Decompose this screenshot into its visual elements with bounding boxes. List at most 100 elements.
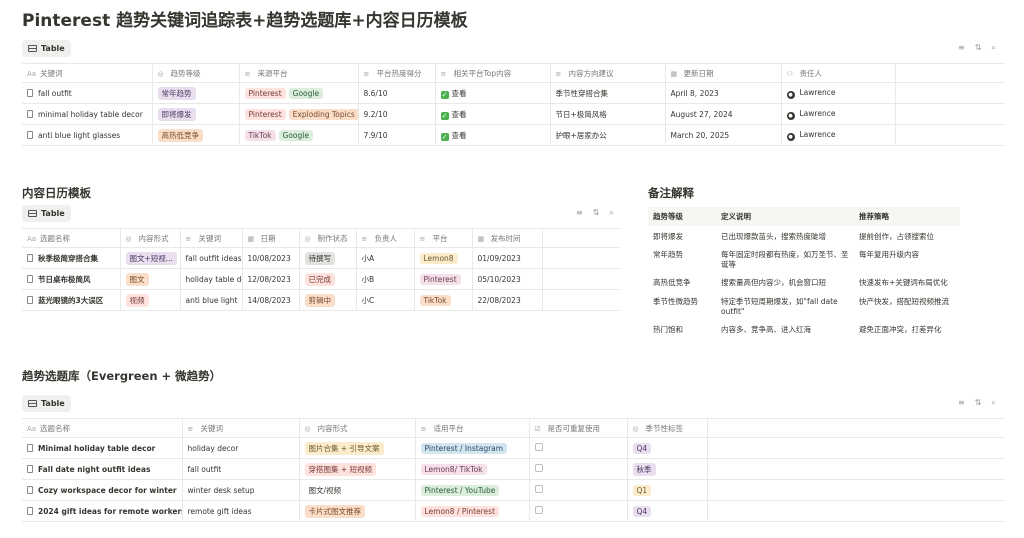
- col-keyword[interactable]: Aa 关键词: [22, 63, 153, 83]
- filter-icon[interactable]: ≡: [576, 208, 583, 218]
- top-link[interactable]: 查看: [452, 89, 467, 98]
- table-row[interactable]: 节日桌布极简风 图文 holiday table de 12/08/2023 已…: [22, 268, 620, 290]
- table-row[interactable]: fall outfit 常年趋势 Pinterest Google 8.6/10 …: [22, 82, 1005, 104]
- col-score[interactable]: ≡ 平台热度得分: [358, 63, 436, 83]
- col-top[interactable]: ≡ 相关平台Top内容: [435, 63, 551, 83]
- status-tag: 已完成: [304, 272, 335, 286]
- person-icon: ⚇: [786, 69, 793, 78]
- calendar-toolbar: ≡ ⇅ ⌕: [576, 208, 614, 218]
- table-view-tab[interactable]: Table: [22, 395, 71, 412]
- search-icon[interactable]: ⌕: [991, 43, 995, 53]
- filter-icon[interactable]: ≡: [958, 43, 965, 53]
- col-date[interactable]: ▦ 日期: [242, 228, 300, 248]
- col-keyword[interactable]: ≡ 关键词: [180, 228, 243, 248]
- filter-icon[interactable]: ≡: [958, 398, 965, 408]
- owner-cell: 小A: [356, 247, 415, 269]
- page-icon: [27, 295, 33, 304]
- level-tag: 高热低竞争: [157, 128, 203, 142]
- col-reusable[interactable]: ☑ 是否可重复使用: [529, 418, 628, 438]
- owner-cell: Lawrence: [799, 87, 836, 97]
- platform-tag: Lemon8: [419, 252, 458, 264]
- text-lines-icon: ≡: [419, 234, 426, 243]
- platform-tag: Pinterest: [244, 108, 286, 120]
- topic-cell: 节日桌布极简风: [38, 274, 91, 284]
- col-season[interactable]: ◎ 季节性标签: [627, 418, 708, 438]
- library-table: Aa 选题名称 ≡ 关键词 ◎ 内容形式 ≡ 适用平台 ☑ 是否可重复使用 ◎ 季节性标签 …: [22, 418, 1005, 522]
- keyword-cell: minimal holiday table decor: [38, 109, 143, 119]
- notes-row: 热门饱和 内容多、竞争高、进入红海 避免正面冲突，打差异化: [653, 324, 942, 334]
- reusable-checkbox[interactable]: [534, 485, 543, 493]
- check-icon: ✓: [440, 132, 449, 141]
- reusable-checkbox[interactable]: [534, 443, 543, 451]
- page-title: Pinterest 趋势关键词追踪表+趋势选题库+内容日历模板: [22, 11, 468, 31]
- date-cell: April 8, 2023: [665, 82, 782, 104]
- notes-row: 季节性微趋势 特定季节短周期爆发，如"fall date outfit" 快产快发，…: [653, 296, 949, 316]
- tracker-table: Aa 关键词 ◎ 趋势等级 ≡ 来源平台 ≡ 平台热度得分 ≡ 相关平台Top内容 ≡ 内容…: [22, 63, 1005, 146]
- library-header-row: Aa 选题名称 ≡ 关键词 ◎ 内容形式 ≡ 适用平台 ☑ 是否可重复使用 ◎ 季节性标签: [22, 418, 1005, 438]
- table-view-tab[interactable]: Table: [22, 40, 71, 57]
- level-tag: 即将爆发: [157, 107, 196, 121]
- status-tag: 剪辑中: [304, 293, 335, 307]
- col-owner[interactable]: ⚇ 责任人: [781, 63, 896, 83]
- check-icon: ✓: [440, 111, 449, 120]
- sort-icon[interactable]: ⇅: [593, 208, 600, 218]
- table-row[interactable]: 蓝光眼镜的3大误区 视频 anti blue light 14/08/2023 …: [22, 289, 620, 311]
- multiselect-prop-icon: ≡: [244, 69, 251, 78]
- keyword-cell: anti blue light: [180, 289, 243, 311]
- col-format[interactable]: ◎ 内容形式: [299, 418, 416, 438]
- search-icon[interactable]: ⌕: [609, 208, 613, 218]
- table-row[interactable]: Minimal holiday table decor holiday deco…: [22, 437, 1005, 459]
- format-tag: 图文: [125, 272, 149, 286]
- table-row[interactable]: anti blue light glasses 高热低竞争 TikTok Goog…: [22, 124, 1005, 146]
- col-source[interactable]: ≡ 来源平台: [239, 63, 359, 83]
- col-status[interactable]: ◎ 制作状态: [299, 228, 357, 248]
- sort-icon[interactable]: ⇅: [975, 43, 982, 53]
- date-cell: 12/08/2023: [242, 268, 300, 290]
- col-empty: [895, 63, 1005, 83]
- col-platform[interactable]: ≡ 适用平台: [415, 418, 530, 438]
- date-cell: 14/08/2023: [242, 289, 300, 311]
- direction-cell: 季节性穿搭合集: [550, 82, 666, 104]
- topic-cell: Fall date night outfit ideas: [38, 464, 151, 474]
- table-view-tab[interactable]: Table: [22, 205, 71, 222]
- col-platform[interactable]: ≡ 平台: [414, 228, 473, 248]
- date-cell: August 27, 2024: [665, 103, 782, 125]
- topic-cell: Cozy workspace decor for winter: [38, 485, 177, 495]
- format-tag: 穿搭图集 + 短视频: [304, 462, 377, 476]
- table-row[interactable]: Cozy workspace decor for winter winter d…: [22, 479, 1005, 501]
- reusable-checkbox[interactable]: [534, 464, 543, 472]
- format-tag: 图文+短视...: [125, 251, 177, 265]
- col-publish[interactable]: ▦ 发布时间: [472, 228, 543, 248]
- avatar: ●: [786, 132, 795, 141]
- table-row[interactable]: 2024 gift ideas for remote workers remot…: [22, 500, 1005, 522]
- owner-cell: Lawrence: [799, 108, 836, 118]
- search-icon[interactable]: ⌕: [991, 398, 995, 408]
- col-level[interactable]: ◎ 趋势等级: [152, 63, 240, 83]
- season-tag: Q4: [632, 442, 652, 454]
- calendar-icon: ▦: [670, 69, 678, 78]
- select-prop-icon: ◎: [125, 234, 132, 243]
- col-direction[interactable]: ≡ 内容方向建议: [550, 63, 666, 83]
- col-topic[interactable]: Aa 选题名称: [22, 228, 121, 248]
- col-topic[interactable]: Aa 选题名称: [22, 418, 183, 438]
- format-tag: 图片合集 + 引导文案: [304, 441, 384, 455]
- platform-tag: TikTok: [419, 294, 451, 306]
- score-cell: 7.9/10: [358, 124, 436, 146]
- platform-tag: Pinterest / Instagram: [420, 442, 508, 454]
- season-tag: Q4: [632, 505, 652, 517]
- owner-cell: 小C: [356, 289, 415, 311]
- table-row[interactable]: Fall date night outfit ideas fall outfit…: [22, 458, 1005, 480]
- col-keyword[interactable]: ≡ 关键词: [182, 418, 300, 438]
- sort-icon[interactable]: ⇅: [975, 398, 982, 408]
- notes-col-definition: 定义说明: [716, 207, 854, 226]
- page-icon: [27, 485, 33, 494]
- topic-cell: 2024 gift ideas for remote workers: [38, 506, 182, 516]
- top-link[interactable]: 查看: [452, 131, 467, 140]
- top-link[interactable]: 查看: [452, 110, 467, 119]
- table-row[interactable]: minimal holiday table decor 即将爆发 Pintere…: [22, 103, 1005, 125]
- table-row[interactable]: 秋季极简穿搭合集 图文+短视... fall outfit ideas 10/0…: [22, 247, 620, 269]
- col-format[interactable]: ◎ 内容形式: [120, 228, 181, 248]
- col-date[interactable]: ▦ 更新日期: [665, 63, 782, 83]
- col-owner[interactable]: ≡ 负责人: [356, 228, 415, 248]
- reusable-checkbox[interactable]: [534, 506, 543, 514]
